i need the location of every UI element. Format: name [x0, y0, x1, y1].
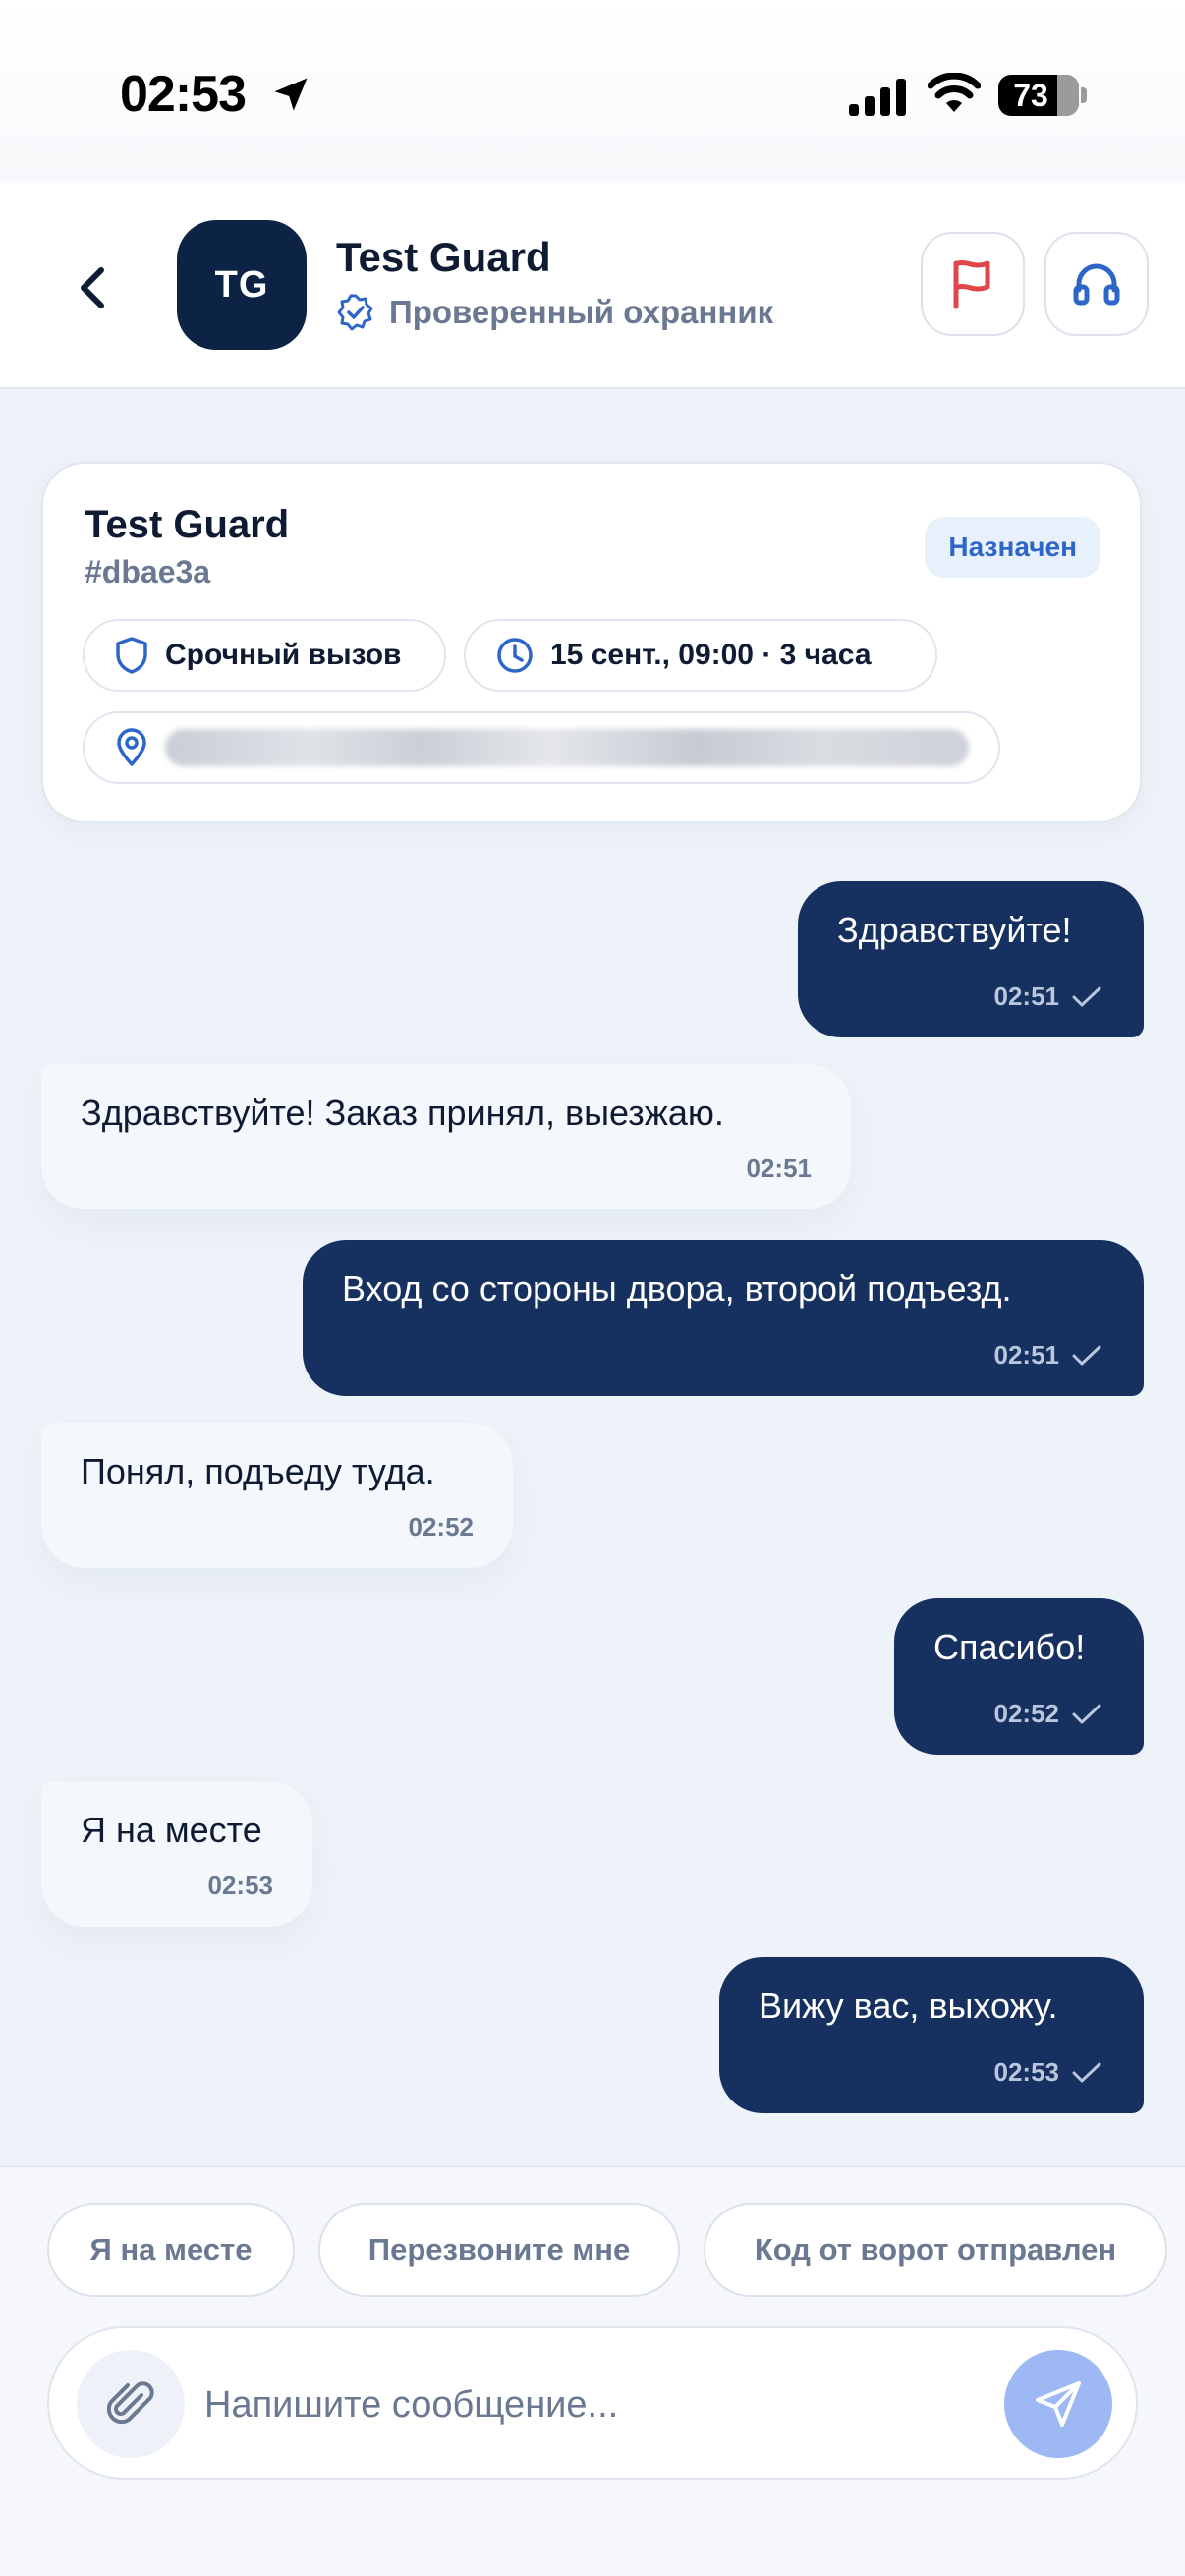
battery-percent: 73 [1013, 77, 1048, 113]
status-bar: 02:53 73 [0, 0, 1185, 183]
battery-nub [1081, 87, 1087, 103]
shield-icon [116, 637, 147, 674]
send-icon [1036, 2381, 1081, 2427]
paperclip-icon [106, 2381, 154, 2425]
urgency-chip: Срочный вызов [83, 619, 446, 692]
chevron-left-icon [81, 267, 104, 308]
schedule-chip: 15 сент., 09:00 · 3 часа [464, 619, 937, 692]
battery-icon: 73 [998, 75, 1079, 116]
message-outgoing[interactable]: Вход со стороны двора, второй подъезд. 0… [303, 1240, 1144, 1396]
message-time: 02:51 [993, 981, 1060, 1011]
message-outgoing[interactable]: Здравствуйте! 02:51 [798, 881, 1144, 1037]
message-meta: 02:51 [747, 1153, 813, 1184]
message-meta: 02:53 [208, 1871, 274, 1901]
order-id: #dbae3a [85, 554, 211, 589]
message-time: 02:52 [993, 1699, 1060, 1728]
message-time: 02:51 [746, 1153, 813, 1183]
check-icon [1072, 1345, 1101, 1365]
verified-status: Проверенный охранник [336, 293, 773, 332]
message-text: Спасибо! [933, 1627, 1086, 1667]
contact-name: Test Guard [336, 234, 551, 280]
clock-icon [497, 638, 533, 673]
headset-icon [1073, 263, 1120, 306]
message-time: 02:53 [993, 2057, 1060, 2087]
check-icon [1072, 2062, 1101, 2082]
flag-icon [953, 260, 990, 309]
urgency-label: Срочный вызов [165, 639, 402, 671]
report-button[interactable] [921, 232, 1025, 336]
quick-reply-on-site[interactable]: Я на месте [47, 2203, 295, 2297]
message-meta: 02:53 [994, 2057, 1103, 2088]
message-text: Я на месте [81, 1810, 262, 1850]
message-outgoing[interactable]: Спасибо! 02:52 [894, 1598, 1144, 1755]
signal-icon [849, 79, 906, 116]
back-button[interactable] [59, 253, 128, 322]
schedule-label: 15 сент., 09:00 · 3 часа [550, 639, 872, 671]
verified-label: Проверенный охранник [389, 294, 774, 330]
bottom-panel: Я на месте Перезвоните мне Код от ворот … [0, 2165, 1185, 2576]
message-text: Понял, подъеду туда. [81, 1451, 435, 1491]
message-text: Вход со стороны двора, второй подъезд. [342, 1268, 1012, 1309]
map-pin-icon [117, 728, 146, 766]
support-button[interactable] [1044, 232, 1149, 336]
message-time: 02:51 [993, 1340, 1060, 1370]
message-incoming[interactable]: Здравствуйте! Заказ принял, выезжаю. 02:… [41, 1064, 851, 1209]
message-text: Вижу вас, выхожу. [759, 1986, 1058, 2026]
message-time: 02:52 [408, 1512, 475, 1541]
status-time: 02:53 [120, 66, 247, 123]
address-redacted [165, 729, 969, 766]
check-icon [1072, 1704, 1101, 1723]
chat-header: TG Test Guard Проверенный охранник [0, 183, 1185, 389]
quick-reply-call-me[interactable]: Перезвоните мне [318, 2203, 680, 2297]
message-incoming[interactable]: Понял, подъеду туда. 02:52 [41, 1423, 513, 1568]
status-badge: Назначен [925, 517, 1100, 578]
message-incoming[interactable]: Я на месте 02:53 [41, 1781, 312, 1927]
location-arrow-icon [274, 78, 308, 111]
wifi-icon [928, 73, 981, 112]
check-icon [1072, 986, 1101, 1006]
message-outgoing[interactable]: Вижу вас, выхожу. 02:53 [719, 1957, 1144, 2113]
message-meta: 02:52 [994, 1699, 1103, 1729]
message-time: 02:53 [207, 1871, 274, 1900]
attach-button[interactable] [77, 2350, 185, 2458]
order-guard-name: Test Guard [85, 503, 290, 546]
address-chip [83, 711, 1000, 784]
message-composer [47, 2326, 1138, 2480]
message-meta: 02:51 [994, 1340, 1103, 1371]
verified-badge-icon [337, 294, 373, 331]
message-meta: 02:51 [994, 981, 1103, 1012]
quick-reply-gate-code[interactable]: Код от ворот отправлен [704, 2203, 1167, 2297]
message-input[interactable] [204, 2358, 990, 2452]
message-text: Здравствуйте! Заказ принял, выезжаю. [81, 1092, 724, 1133]
avatar: TG [177, 220, 307, 350]
message-meta: 02:52 [409, 1512, 475, 1542]
message-text: Здравствуйте! [837, 910, 1072, 950]
order-card[interactable]: Test Guard #dbae3a Назначен Срочный вызо… [41, 462, 1142, 823]
send-button[interactable] [1004, 2350, 1112, 2458]
